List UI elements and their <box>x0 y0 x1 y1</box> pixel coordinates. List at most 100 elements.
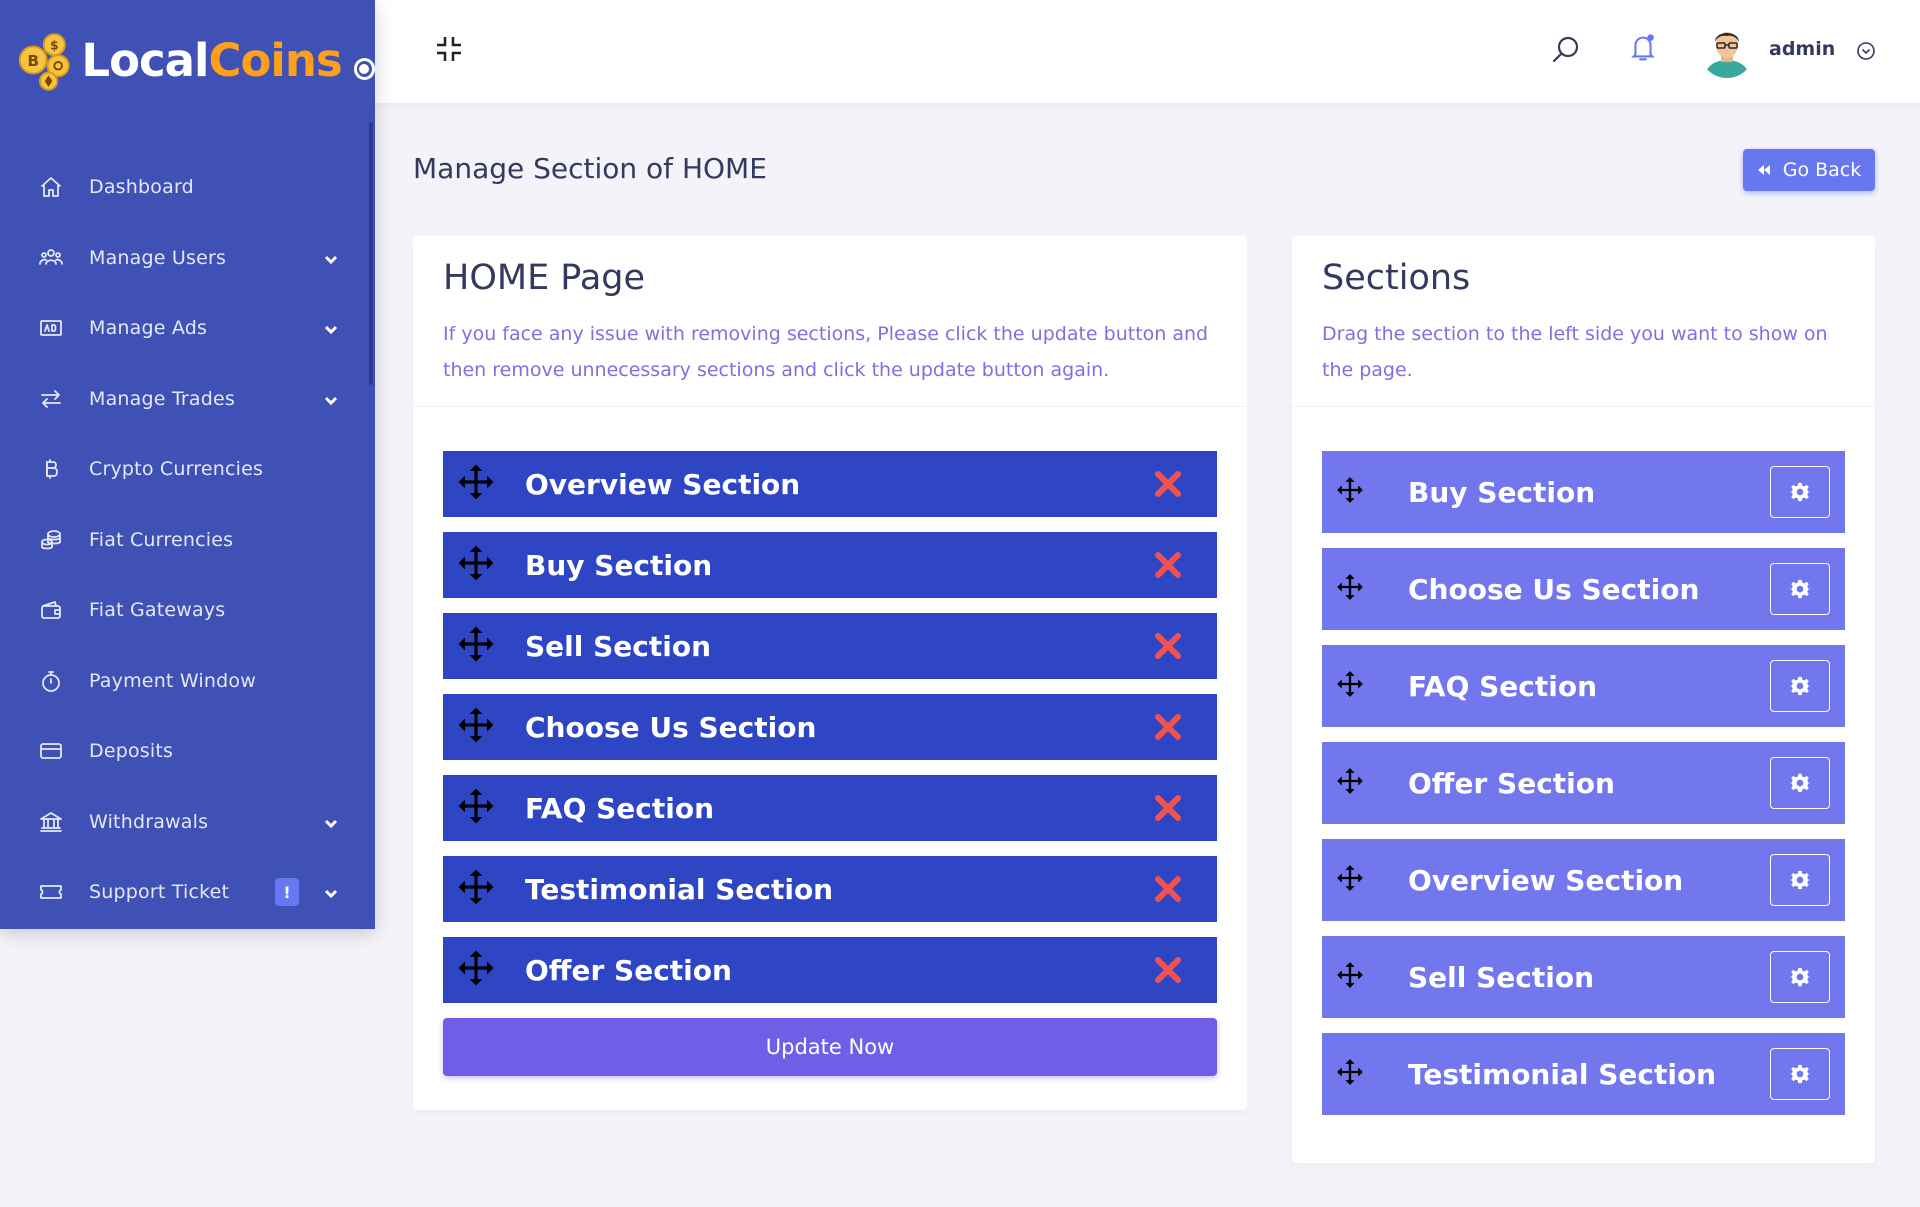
sidebar-item-manage-ads[interactable]: Manage Ads <box>0 293 375 364</box>
gear-icon <box>1790 579 1810 599</box>
active-section-list[interactable]: Overview Section Buy Section Sell Sectio… <box>413 407 1247 1076</box>
sidebar-item-label: Fiat Currencies <box>89 528 234 551</box>
update-now-button[interactable]: Update Now <box>443 1018 1217 1076</box>
sidebar-item-fiat-currencies[interactable]: Fiat Currencies <box>0 505 375 576</box>
gear-icon <box>1790 773 1810 793</box>
drag-move-icon[interactable] <box>457 949 495 991</box>
list-item[interactable]: Sell Section <box>443 613 1217 679</box>
section-label: Choose Us Section <box>1408 572 1700 606</box>
drag-move-icon[interactable] <box>1336 961 1364 993</box>
drag-move-icon[interactable] <box>457 868 495 910</box>
sidebar-item-label: Fiat Gateways <box>89 599 226 622</box>
sidebar-item-label: Manage Trades <box>89 387 236 410</box>
sidebar-item-support-ticket[interactable]: Support Ticket ! <box>0 857 375 928</box>
collapse-icon[interactable] <box>433 33 465 65</box>
sidebar-item-withdrawals[interactable]: Withdrawals <box>0 787 375 858</box>
section-settings-button[interactable] <box>1770 660 1830 712</box>
available-section-list[interactable]: Buy Section Choose Us Section FAQ Sectio… <box>1292 407 1875 1115</box>
section-label: Overview Section <box>1408 863 1684 897</box>
sidebar-item-payment-window[interactable]: Payment Window <box>0 646 375 717</box>
section-label: Offer Section <box>525 953 732 987</box>
list-item[interactable]: FAQ Section <box>1322 645 1845 727</box>
gear-icon <box>1790 482 1810 502</box>
avatar[interactable] <box>1700 24 1754 78</box>
user-name[interactable]: admin <box>1769 38 1835 60</box>
list-item[interactable]: Testimonial Section <box>1322 1033 1845 1115</box>
sidebar-item-deposits[interactable]: Deposits <box>0 716 375 787</box>
sidebar-item-dashboard[interactable]: Dashboard <box>0 152 375 223</box>
backward-icon <box>1757 165 1770 175</box>
drag-move-icon[interactable] <box>457 544 495 586</box>
brand-name-local: Local <box>81 33 209 87</box>
sidebar-item-label: Support Ticket <box>89 881 230 904</box>
drag-move-icon[interactable] <box>457 625 495 667</box>
drag-move-icon[interactable] <box>457 787 495 829</box>
page-title: Manage Section of HOME <box>413 152 767 185</box>
chevron-down-circle-icon[interactable] <box>1856 41 1876 61</box>
ticket-icon <box>38 879 64 905</box>
remove-icon[interactable] <box>1153 550 1183 580</box>
list-item[interactable]: Choose Us Section <box>443 694 1217 760</box>
section-settings-button[interactable] <box>1770 854 1830 906</box>
remove-icon[interactable] <box>1153 469 1183 499</box>
sidebar-item-manage-users[interactable]: Manage Users <box>0 223 375 294</box>
section-settings-button[interactable] <box>1770 563 1830 615</box>
drag-move-icon[interactable] <box>457 463 495 505</box>
remove-icon[interactable] <box>1153 874 1183 904</box>
drag-move-icon[interactable] <box>1336 573 1364 605</box>
card-description: Drag the section to the left side you wa… <box>1322 323 1828 381</box>
section-settings-button[interactable] <box>1770 466 1830 518</box>
gear-icon <box>1790 967 1810 987</box>
remove-icon[interactable] <box>1153 793 1183 823</box>
sidebar-item-label: Manage Ads <box>89 317 208 340</box>
list-item[interactable]: Choose Us Section <box>1322 548 1845 630</box>
brand-name-coins: Coins <box>208 33 342 87</box>
sidebar-scrollbar[interactable] <box>369 122 373 385</box>
list-item[interactable]: Testimonial Section <box>443 856 1217 922</box>
drag-move-icon[interactable] <box>1336 767 1364 799</box>
sidebar-item-crypto-currencies[interactable]: Crypto Currencies <box>0 434 375 505</box>
list-item[interactable]: Overview Section <box>443 451 1217 517</box>
section-label: Overview Section <box>525 467 801 501</box>
drag-move-icon[interactable] <box>1336 476 1364 508</box>
users-icon <box>38 245 64 271</box>
list-item[interactable]: Buy Section <box>443 532 1217 598</box>
list-item[interactable]: Overview Section <box>1322 839 1845 921</box>
go-back-button[interactable]: Go Back <box>1743 149 1875 191</box>
remove-icon[interactable] <box>1153 631 1183 661</box>
notification-bell-icon[interactable] <box>1627 32 1659 66</box>
remove-icon[interactable] <box>1153 712 1183 742</box>
drag-move-icon[interactable] <box>1336 670 1364 702</box>
section-label: FAQ Section <box>525 791 715 825</box>
card-description: If you face any issue with removing sect… <box>443 323 1209 381</box>
list-item[interactable]: Sell Section <box>1322 936 1845 1018</box>
card-title: HOME Page <box>443 258 646 298</box>
section-settings-button[interactable] <box>1770 757 1830 809</box>
section-label: Offer Section <box>1408 766 1615 800</box>
section-label: Choose Us Section <box>525 710 817 744</box>
chevron-down-icon <box>323 391 339 407</box>
drag-move-icon[interactable] <box>1336 864 1364 896</box>
sidebar-toggle-radio-icon[interactable] <box>353 58 375 80</box>
drag-move-icon[interactable] <box>457 706 495 748</box>
drag-move-icon[interactable] <box>1336 1058 1364 1090</box>
list-item[interactable]: FAQ Section <box>443 775 1217 841</box>
card-title: Sections <box>1322 258 1471 298</box>
gear-icon <box>1790 676 1810 696</box>
section-label: Buy Section <box>525 548 713 582</box>
bank-icon <box>38 809 64 835</box>
svg-text:$: $ <box>50 37 59 52</box>
section-settings-button[interactable] <box>1770 951 1830 1003</box>
sidebar-item-manage-trades[interactable]: Manage Trades <box>0 364 375 435</box>
remove-icon[interactable] <box>1153 955 1183 985</box>
sidebar-item-label: Payment Window <box>89 669 256 692</box>
brand[interactable]: B $ LocalCoins <box>0 0 375 120</box>
sidebar-item-fiat-gateways[interactable]: Fiat Gateways <box>0 575 375 646</box>
list-item[interactable]: Buy Section <box>1322 451 1845 533</box>
list-item[interactable]: Offer Section <box>443 937 1217 1003</box>
chevron-down-icon <box>323 320 339 336</box>
list-item[interactable]: Offer Section <box>1322 742 1845 824</box>
sections-card: Sections Drag the section to the left si… <box>1292 236 1875 1163</box>
section-settings-button[interactable] <box>1770 1048 1830 1100</box>
search-icon[interactable] <box>1550 34 1582 66</box>
